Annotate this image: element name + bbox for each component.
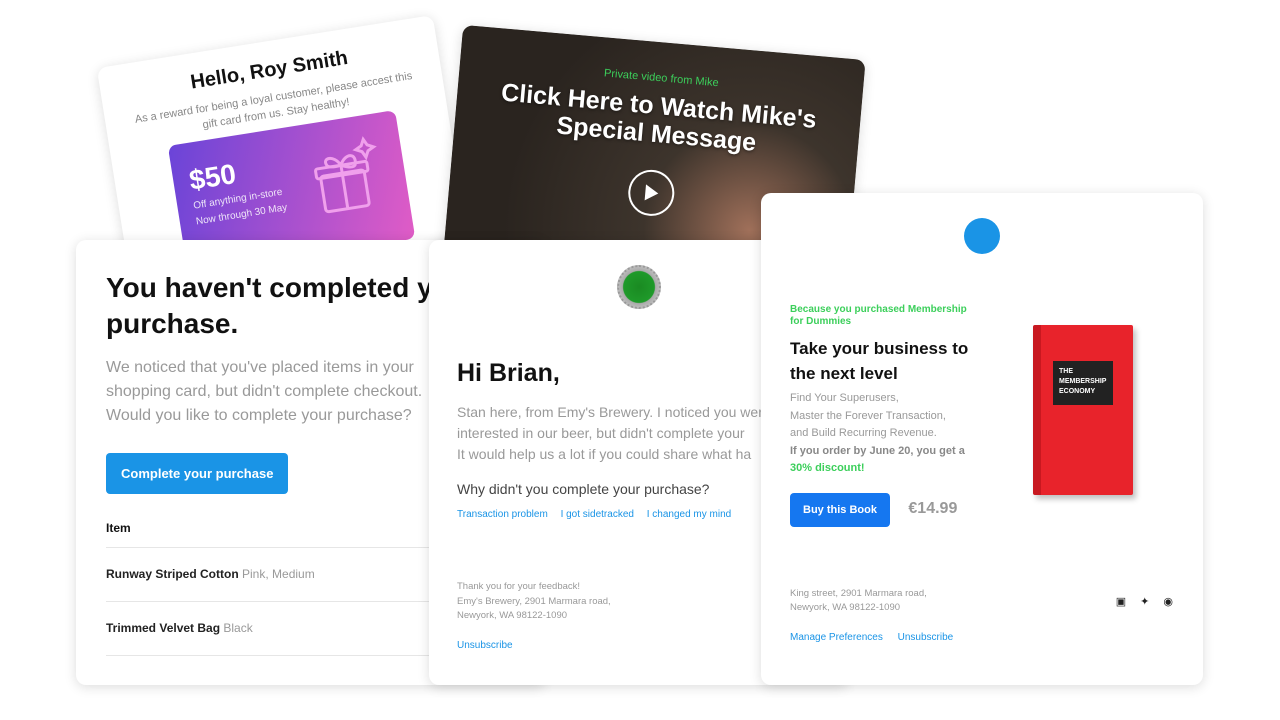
option-changed-mind[interactable]: I changed my mind [647, 509, 732, 520]
book-links: Manage Preferences Unsubscribe [790, 632, 1174, 643]
brewery-logo [617, 265, 661, 309]
cart-text: We noticed that you've placed items in y… [106, 359, 423, 424]
book-tag: Because you purchased Membership for Dum… [790, 304, 967, 327]
option-sidetracked[interactable]: I got sidetracked [561, 509, 634, 520]
instagram-icon[interactable]: ◉ [1163, 596, 1173, 608]
play-icon[interactable] [626, 167, 677, 218]
item-name: Trimmed Velvet Bag [106, 621, 221, 635]
complete-purchase-button[interactable]: Complete your purchase [106, 453, 289, 494]
offer-text: If you order by June 20, you get a [790, 444, 965, 457]
book-title: Take your business to the next level [790, 339, 969, 383]
brand-logo-icon [964, 218, 1000, 254]
item-name: Runway Striped Cotton [106, 567, 239, 581]
item-variant: Pink, Medium [242, 567, 315, 581]
discount-text: 30% discount! [790, 462, 865, 474]
book-price: €14.99 [908, 499, 958, 517]
option-transaction-problem[interactable]: Transaction problem [457, 509, 548, 520]
facebook-icon[interactable]: ▣ [1116, 596, 1126, 608]
book-promo-email: Because you purchased Membership for Dum… [761, 193, 1203, 685]
social-links: ▣ ✦ ◉ [1102, 595, 1173, 608]
twitter-icon[interactable]: ✦ [1140, 596, 1149, 608]
item-variant: Black [223, 621, 253, 635]
manage-preferences-link[interactable]: Manage Preferences [790, 632, 883, 643]
buy-book-button[interactable]: Buy this Book [790, 492, 890, 527]
cover-title: THE MEMBERSHIP ECONOMY [1053, 361, 1113, 405]
unsubscribe-link[interactable]: Unsubscribe [898, 632, 954, 643]
book-cover-image: THE MEMBERSHIP ECONOMY [1033, 325, 1133, 495]
gift-icon [314, 136, 377, 214]
